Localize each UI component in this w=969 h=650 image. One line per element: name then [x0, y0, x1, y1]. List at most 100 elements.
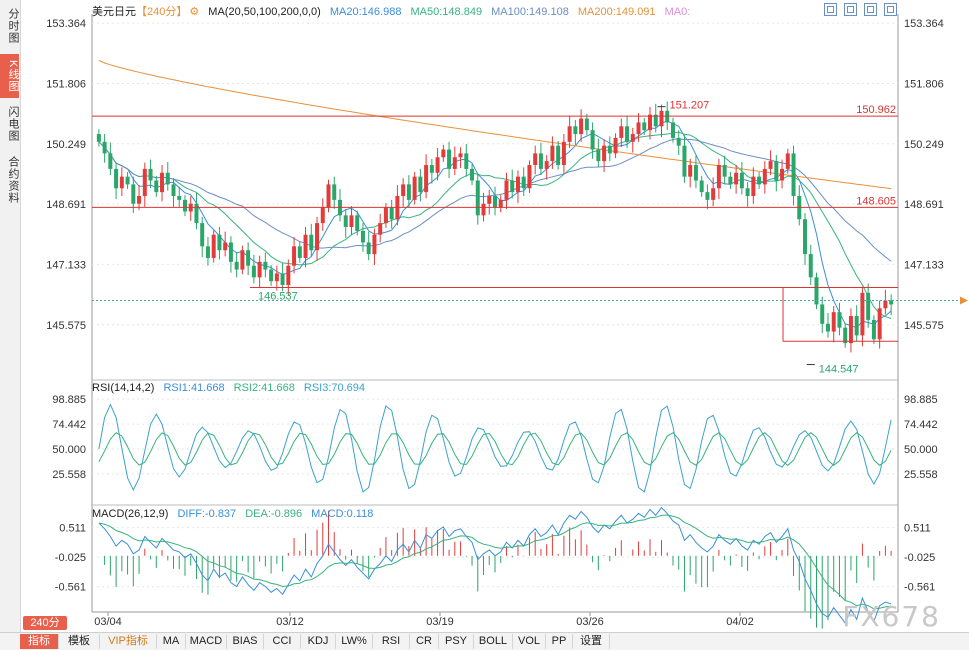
- tab-pp[interactable]: PP: [546, 634, 573, 649]
- candle: [699, 180, 704, 193]
- x-tick-label: 03/12: [276, 616, 304, 628]
- candle: [871, 319, 876, 340]
- tab-vol[interactable]: VOL: [513, 634, 546, 649]
- candle: [435, 157, 440, 173]
- candle: [751, 176, 756, 196]
- candle: [320, 207, 325, 224]
- rsi-tick-right: 25.558: [904, 469, 938, 481]
- candlestick-chart[interactable]: 150.962 148.605 151.207 144.547 146.537 153.…: [0, 0, 969, 649]
- candle: [573, 126, 578, 135]
- rsi2-value: RSI2:41.668: [233, 382, 295, 394]
- candle: [527, 165, 532, 189]
- candle: [148, 168, 153, 181]
- tab-settings[interactable]: 设置: [573, 634, 610, 649]
- rsi-tick-left: 98.885: [52, 394, 86, 406]
- candle: [739, 172, 744, 189]
- tab-bias[interactable]: BIAS: [227, 634, 264, 649]
- candle: [538, 153, 543, 169]
- candle: [292, 246, 297, 266]
- candle: [625, 126, 630, 142]
- candle: [757, 176, 762, 185]
- candle: [205, 246, 210, 258]
- macd-tick-left: -0.561: [55, 582, 86, 594]
- candle: [642, 122, 647, 131]
- tab-rsi[interactable]: RSI: [373, 634, 410, 649]
- candle: [383, 207, 388, 224]
- macd-header: MACD(26,12,9) DIFF:-0.837 DEA:-0.896 MAC…: [92, 508, 379, 520]
- candle: [883, 300, 888, 309]
- high-label: 151.207: [669, 100, 709, 112]
- tab-macd[interactable]: MACD: [186, 634, 227, 649]
- candle: [791, 153, 796, 196]
- candle: [257, 261, 262, 278]
- candle: [711, 188, 716, 200]
- candle: [877, 308, 882, 340]
- candle: [734, 172, 739, 185]
- x-tick-label: 03/26: [576, 616, 604, 628]
- candle: [349, 215, 354, 227]
- period-button[interactable]: 240分: [23, 616, 67, 630]
- candle: [458, 153, 463, 158]
- candle: [866, 292, 871, 320]
- rsi-tick-right: 74.442: [904, 419, 938, 431]
- tab-ma[interactable]: MA: [157, 634, 186, 649]
- candle: [332, 184, 337, 200]
- candle: [768, 161, 773, 169]
- price-tick-left: 150.249: [46, 139, 86, 151]
- candle: [102, 141, 107, 154]
- rsi-tick-right: 50.000: [904, 444, 938, 456]
- candle: [774, 161, 779, 181]
- candle: [217, 234, 222, 251]
- candle: [360, 230, 365, 243]
- candle: [418, 176, 423, 193]
- ma20-line: [98, 120, 892, 329]
- tab-templates[interactable]: 模板: [59, 634, 100, 649]
- candle: [561, 141, 566, 166]
- macd-tick-right: -0.561: [904, 582, 935, 594]
- candle: [688, 165, 693, 177]
- candle: [803, 219, 808, 255]
- candle: [785, 153, 790, 169]
- candle: [596, 149, 601, 162]
- candle: [165, 172, 170, 185]
- tab-vip-indicators[interactable]: VIP指标: [100, 634, 157, 649]
- tab-kdj[interactable]: KDJ: [301, 634, 336, 649]
- candle: [171, 184, 176, 196]
- candle: [286, 265, 291, 286]
- price-tick-right: 147.133: [904, 259, 944, 271]
- candle: [648, 114, 653, 131]
- candle: [550, 145, 555, 162]
- candle: [303, 234, 308, 258]
- macd-value: MACD:0.118: [311, 508, 374, 520]
- candle: [762, 168, 767, 185]
- candle: [125, 176, 130, 185]
- candle: [177, 196, 182, 200]
- candle: [889, 300, 894, 305]
- candle: [820, 304, 825, 324]
- candle: [280, 273, 285, 286]
- tab-indicators[interactable]: 指标: [20, 634, 59, 649]
- tab-cr[interactable]: CR: [410, 634, 439, 649]
- candle: [481, 203, 486, 216]
- candle: [860, 292, 865, 336]
- tab-psy[interactable]: PSY: [439, 634, 474, 649]
- candle: [378, 223, 383, 235]
- candle: [493, 196, 497, 208]
- level-label: 150.962: [856, 104, 896, 116]
- macd-tick-right: 0.511: [904, 523, 931, 535]
- candle: [211, 234, 216, 258]
- price-tick-right: 150.249: [904, 139, 944, 151]
- price-tick-right: 153.364: [904, 18, 944, 30]
- candle: [693, 165, 698, 181]
- candle: [630, 134, 635, 142]
- price-tick-left: 153.364: [46, 18, 86, 30]
- tab-boll[interactable]: BOLL: [474, 634, 513, 649]
- x-tick-label: 04/02: [726, 616, 754, 628]
- tab-lw[interactable]: LW%: [336, 634, 373, 649]
- candle: [837, 312, 842, 328]
- level-label: 148.605: [856, 195, 896, 207]
- candle: [274, 273, 279, 282]
- candle: [487, 196, 492, 204]
- tab-cci[interactable]: CCI: [264, 634, 301, 649]
- candle: [464, 153, 469, 169]
